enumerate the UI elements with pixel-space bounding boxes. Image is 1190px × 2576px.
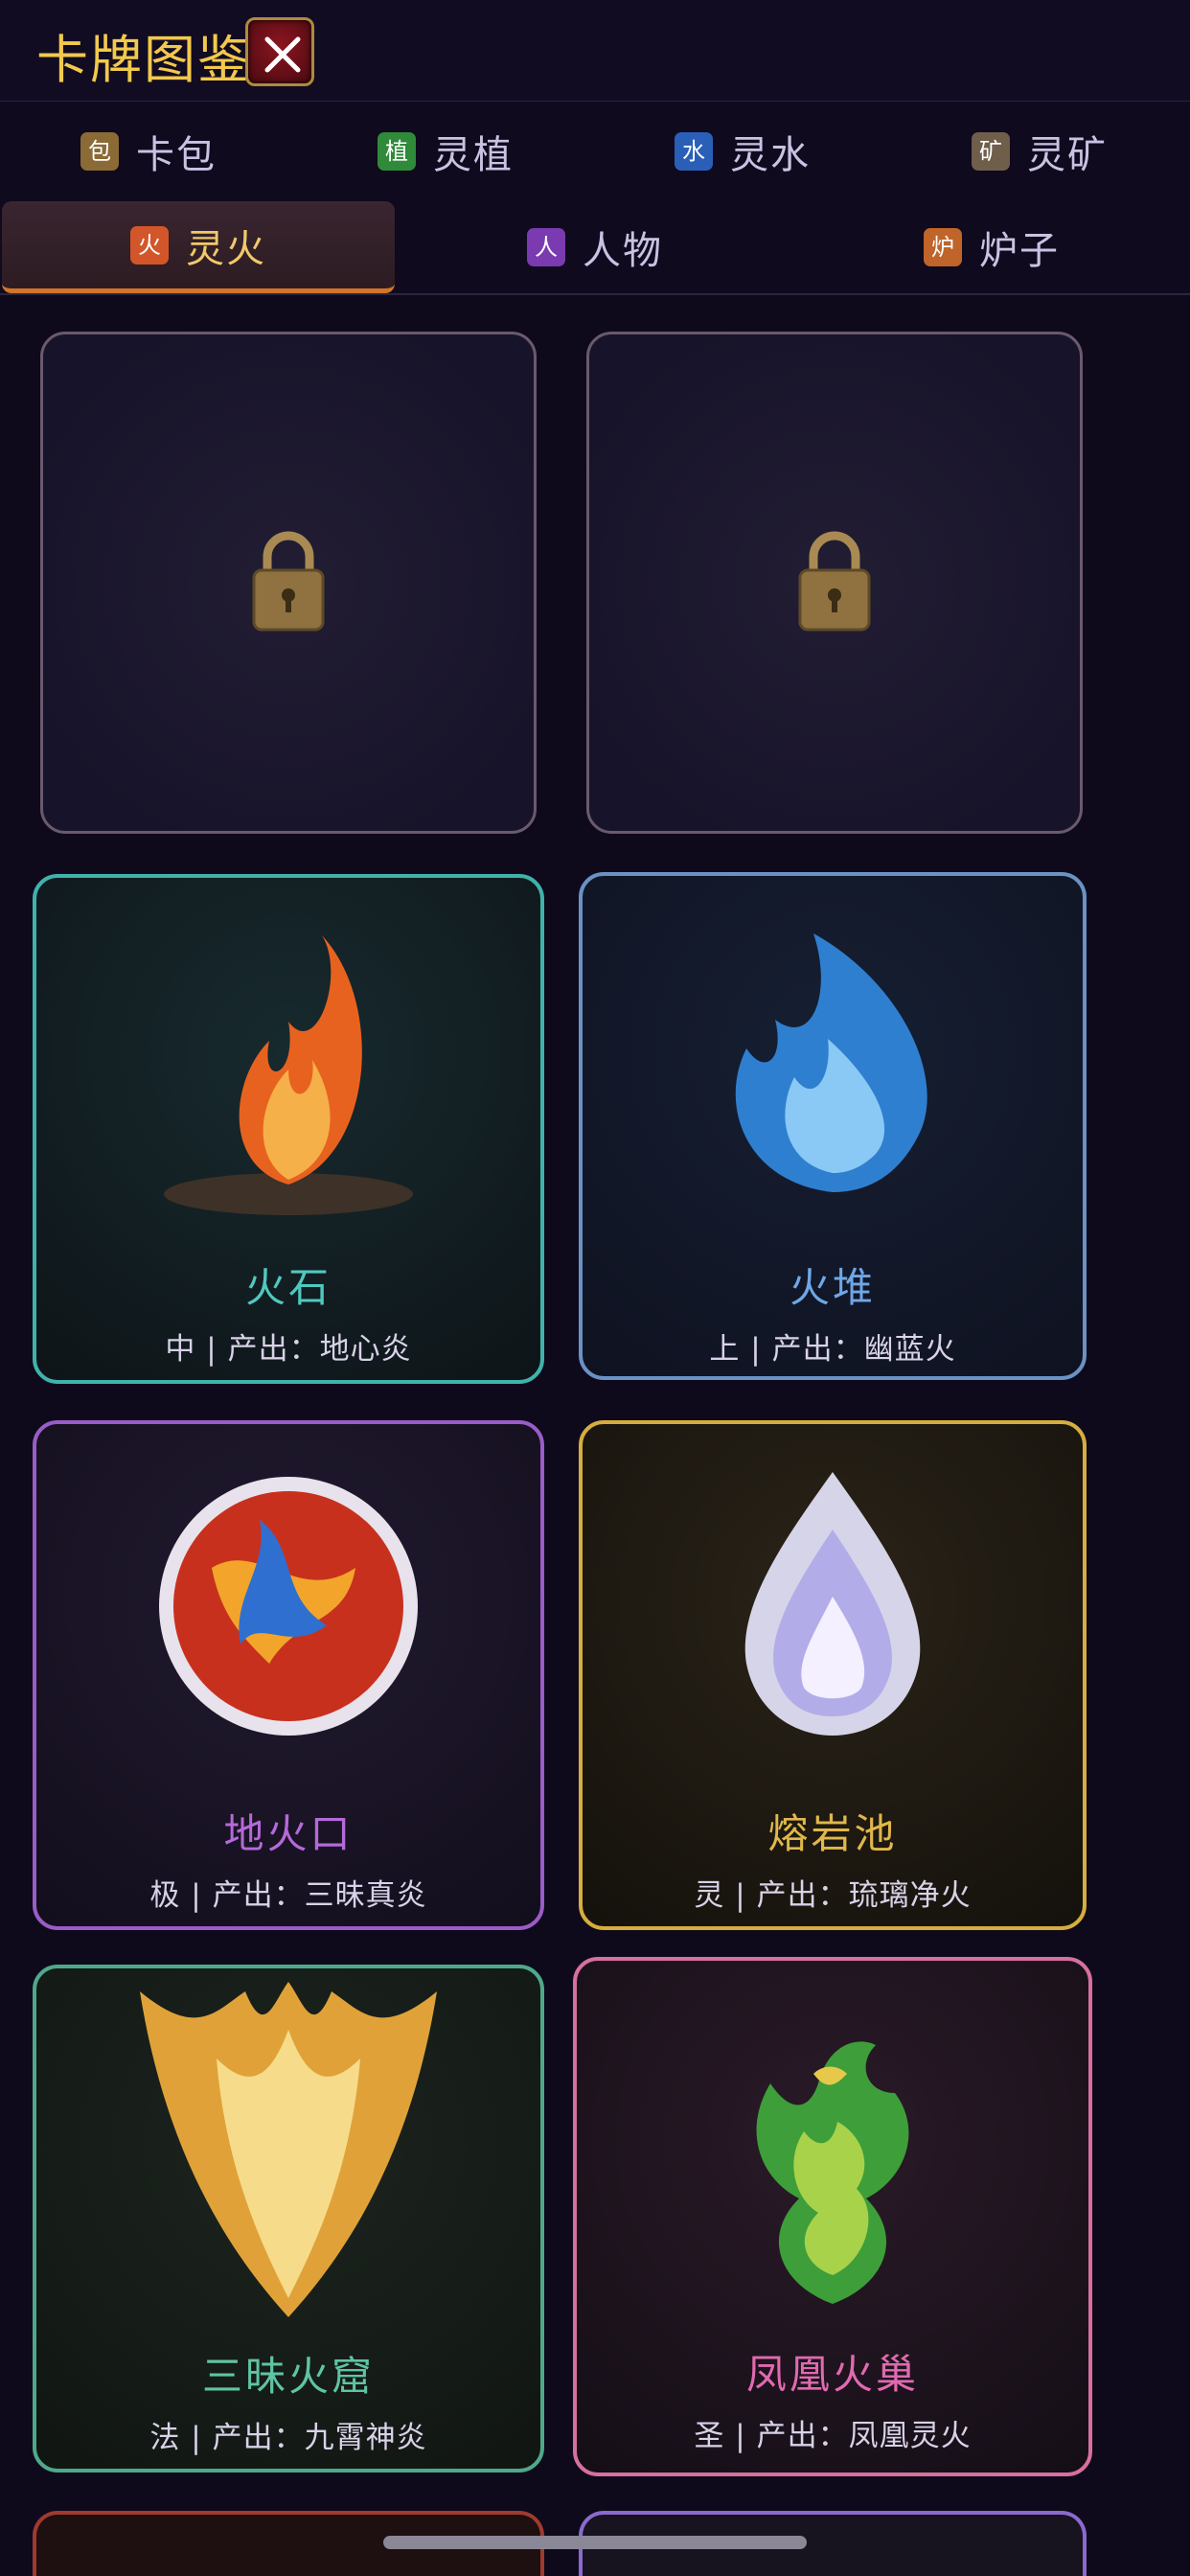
card-item[interactable]: 三昧火窟 法 | 产出：九霄神炎 (33, 1965, 544, 2472)
home-indicator[interactable] (383, 2536, 807, 2549)
tab-spirit-plant[interactable]: 植 灵植 (335, 105, 556, 197)
tab-card-pack[interactable]: 包 卡包 (38, 105, 259, 197)
card-name: 三昧火窟 (201, 2353, 375, 2400)
card-item[interactable]: 地火口 极 | 产出：三昧真炎 (33, 1420, 544, 1930)
category-tabs: 包 卡包 植 灵植 水 灵水 矿 灵矿 火 灵火 人 人物 炉 炉子 (0, 102, 1190, 295)
tab-badge: 火 (130, 225, 169, 264)
campfire-icon (164, 935, 413, 1215)
card-desc: 灵 | 产出：琉璃净火 (694, 1878, 972, 1913)
card-desc: 法 | 产出：九霄神炎 (149, 2421, 427, 2455)
card-desc: 圣 | 产出：凤凰灵火 (694, 2419, 972, 2453)
card-name: 火堆 (789, 1264, 876, 1311)
phoenix-icon (756, 2041, 909, 2304)
locked-card[interactable] (40, 332, 537, 834)
tab-badge: 水 (675, 132, 713, 171)
card-name: 地火口 (223, 1810, 354, 1857)
card-desc: 中 | 产出：地心炎 (165, 1332, 412, 1367)
tab-spirit-ore[interactable]: 矿 灵矿 (929, 105, 1150, 197)
tab-badge: 植 (378, 132, 416, 171)
tab-label: 卡包 (136, 133, 217, 177)
tab-label: 灵水 (730, 133, 811, 177)
crystal-flame-icon (744, 1472, 921, 1736)
card-item[interactable]: 凤凰火巢 圣 | 产出：凤凰灵火 (573, 1957, 1092, 2476)
tab-badge: 包 (80, 132, 119, 171)
page-title: 卡牌图鉴 (36, 30, 251, 90)
tab-spirit-water[interactable]: 水 灵水 (632, 105, 853, 197)
card-name: 凤凰火巢 (745, 2351, 919, 2398)
tab-label: 灵植 (433, 133, 514, 177)
tab-label: 灵火 (186, 226, 266, 271)
close-button[interactable] (245, 17, 314, 86)
tab-badge: 炉 (924, 228, 962, 266)
locked-card[interactable] (586, 332, 1083, 834)
tab-label: 炉子 (979, 229, 1060, 273)
tab-furnace[interactable]: 炉 炉子 (795, 201, 1188, 293)
tab-badge: 人 (527, 228, 565, 266)
card-desc: 极 | 产出：三昧真炎 (149, 1878, 427, 1913)
tab-badge: 矿 (972, 132, 1010, 171)
card-name: 熔岩池 (767, 1810, 898, 1857)
card-desc: 上 | 产出：幽蓝火 (709, 1332, 956, 1367)
card-item[interactable]: 熔岩池 灵 | 产出：琉璃净火 (579, 1420, 1087, 1930)
lock-icon (252, 531, 325, 632)
fire-orb-icon (159, 1477, 418, 1736)
tab-label: 人物 (583, 229, 663, 273)
golden-flame-icon (140, 1982, 437, 2317)
close-icon (264, 36, 301, 73)
tab-spirit-fire[interactable]: 火 灵火 (2, 201, 395, 293)
tab-characters[interactable]: 人 人物 (399, 201, 791, 293)
lock-icon (798, 531, 871, 632)
tab-label: 灵矿 (1027, 133, 1108, 177)
card-name: 火石 (244, 1264, 332, 1311)
blue-flame-icon (735, 933, 927, 1192)
card-item[interactable]: 火堆 上 | 产出：幽蓝火 (579, 872, 1087, 1380)
card-item[interactable]: 火石 中 | 产出：地心炎 (33, 874, 544, 1384)
header-bar: 卡牌图鉴 (0, 0, 1190, 102)
